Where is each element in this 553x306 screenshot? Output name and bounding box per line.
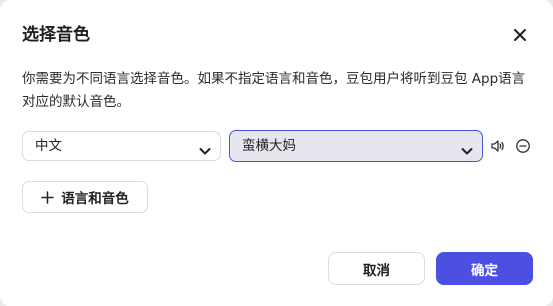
chevron-down-icon [460,139,474,155]
confirm-button-label: 确定 [471,262,498,279]
remove-circle-icon[interactable] [515,138,531,154]
voice-select-value: 蛮横大妈 [242,138,296,154]
speaker-icon[interactable] [490,138,506,154]
plus-icon [41,190,54,204]
language-voice-row: 中文 蛮横大妈 [22,130,542,163]
voice-select[interactable]: 蛮横大妈 [229,130,483,162]
language-select[interactable]: 中文 [22,131,221,161]
language-select-value: 中文 [35,138,62,154]
add-button-label: 语言和音色 [61,191,129,207]
add-language-voice-button[interactable]: 语言和音色 [22,181,148,213]
dialog-title: 选择音色 [22,25,90,45]
voice-select-dialog: 选择音色 你需要为不同语言选择音色。如果不指定语言和音色，豆包用户将听到豆包 A… [0,0,553,306]
confirm-button[interactable]: 确定 [436,252,533,285]
cancel-button-label: 取消 [363,262,390,279]
close-icon[interactable] [511,26,529,44]
chevron-down-icon [198,140,212,155]
cancel-button[interactable]: 取消 [328,252,425,285]
dialog-description: 你需要为不同语言选择音色。如果不指定语言和音色，豆包用户将听到豆包 App语言对… [22,71,526,110]
